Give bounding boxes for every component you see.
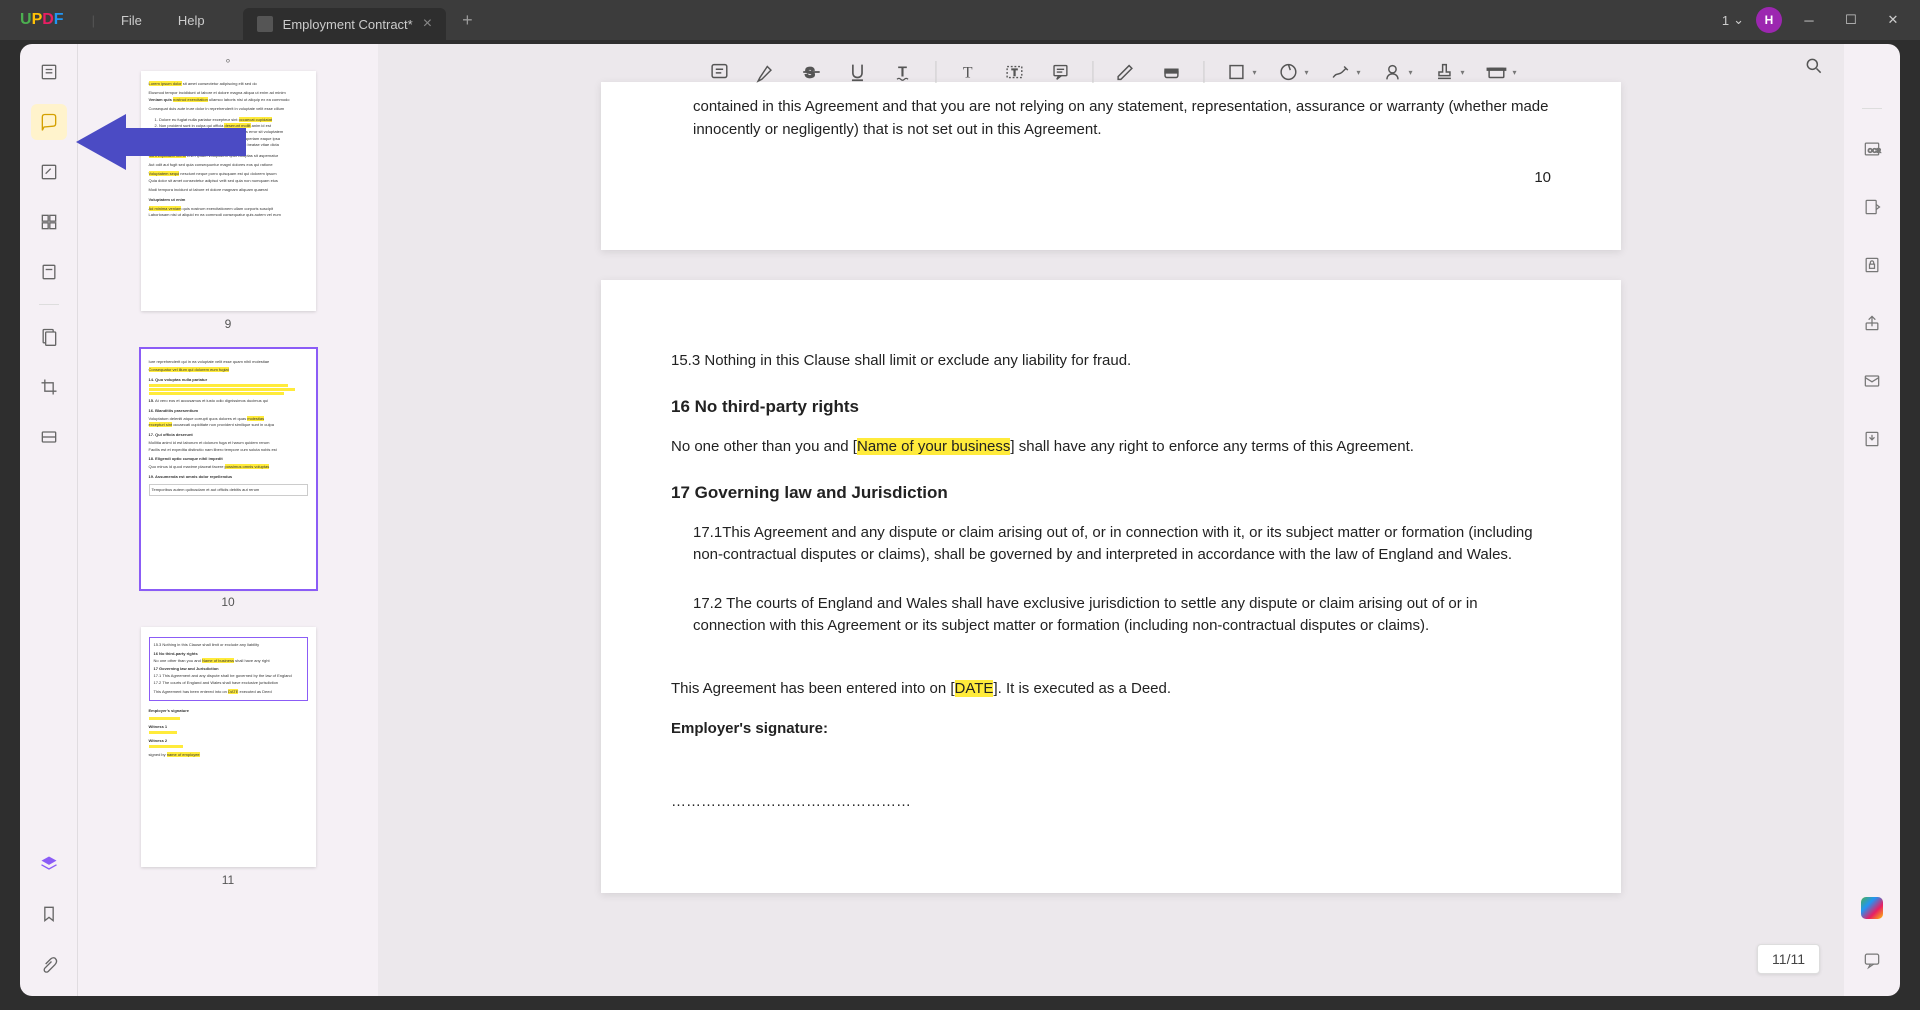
notification-indicator[interactable]: 1 ⌄ bbox=[1722, 12, 1744, 28]
heading-17: 17 Governing law and Jurisdiction bbox=[671, 480, 1551, 506]
chevron-down-icon: ▾ bbox=[1409, 68, 1413, 77]
squiggly-tool[interactable]: T bbox=[889, 58, 917, 86]
compress-button[interactable] bbox=[1854, 421, 1890, 457]
note-tool[interactable] bbox=[705, 58, 733, 86]
divider: | bbox=[92, 13, 95, 28]
divider bbox=[935, 61, 936, 83]
search-button[interactable] bbox=[1804, 56, 1824, 81]
chevron-down-icon: ▾ bbox=[1252, 68, 1256, 77]
close-button[interactable]: ✕ bbox=[1878, 5, 1908, 35]
new-tab-button[interactable]: + bbox=[462, 10, 473, 31]
thumbnail-page-11[interactable]: 15.3 Nothing in this Clause shall limit … bbox=[141, 627, 316, 867]
page-indicator-small: ∘ bbox=[225, 54, 232, 67]
doc-icon bbox=[257, 16, 273, 32]
clause-17-1: 17.1This Agreement and any dispute or cl… bbox=[671, 522, 1551, 567]
blue-arrow-annotation bbox=[76, 110, 246, 174]
redact-tool-button[interactable] bbox=[31, 419, 67, 455]
convert-button[interactable] bbox=[1854, 189, 1890, 225]
ocr-button[interactable]: OCR bbox=[1854, 131, 1890, 167]
chevron-down-icon: ▾ bbox=[1304, 68, 1308, 77]
protect-button[interactable] bbox=[1854, 247, 1890, 283]
page-number: 10 bbox=[671, 167, 1551, 190]
callout-tool[interactable] bbox=[1046, 58, 1074, 86]
clause-16-body: No one other than you and [Name of your … bbox=[671, 436, 1551, 459]
thumbnail-label-10: 10 bbox=[221, 595, 234, 609]
sticker-dropdown[interactable]: ▾ bbox=[1379, 58, 1413, 86]
pencil-tool[interactable] bbox=[1111, 58, 1139, 86]
highlight-tool[interactable] bbox=[751, 58, 779, 86]
thumbnail-page-9[interactable]: Lorem ipsum dolor sit amet consectetur a… bbox=[141, 71, 316, 311]
page-indicator[interactable]: 11/11 bbox=[1757, 944, 1820, 974]
heading-16: 16 No third-party rights bbox=[671, 394, 1551, 420]
organize-pages-button[interactable] bbox=[31, 204, 67, 240]
chevron-down-icon: ⌄ bbox=[1733, 12, 1744, 28]
textbox-tool[interactable]: T bbox=[1000, 58, 1028, 86]
chat-button[interactable] bbox=[1854, 942, 1890, 978]
attachment-dropdown[interactable]: ▾ bbox=[1483, 58, 1517, 86]
thumbnail-panel[interactable]: ∘ Lorem ipsum dolor sit amet consectetur… bbox=[78, 44, 378, 996]
svg-text:OCR: OCR bbox=[1868, 148, 1881, 154]
right-tool-rail: OCR bbox=[1844, 44, 1900, 996]
thumbnail-label-9: 9 bbox=[225, 317, 232, 331]
divider bbox=[1092, 61, 1093, 83]
left-tool-rail bbox=[20, 44, 78, 996]
page-10: contained in this Agreement and that you… bbox=[601, 82, 1621, 250]
document-tab[interactable]: Employment Contract* × bbox=[243, 8, 446, 40]
edit-tool-button[interactable] bbox=[31, 154, 67, 190]
document-viewport[interactable]: S T T T ▾ ▾ ▾ ▾ bbox=[378, 44, 1844, 996]
divider bbox=[1862, 108, 1882, 109]
form-tool-button[interactable] bbox=[31, 254, 67, 290]
tab-close-button[interactable]: × bbox=[423, 15, 432, 33]
minimize-button[interactable]: ─ bbox=[1794, 5, 1824, 35]
menu-help[interactable]: Help bbox=[160, 13, 223, 28]
signature-dropdown[interactable]: ▾ bbox=[1326, 58, 1360, 86]
shape-dropdown[interactable]: ▾ bbox=[1222, 58, 1256, 86]
title-bar: UPDF | File Help Employment Contract* × … bbox=[0, 0, 1920, 40]
crop-tool-button[interactable] bbox=[31, 369, 67, 405]
highlight-date: DATE bbox=[955, 680, 994, 697]
user-avatar[interactable]: H bbox=[1756, 7, 1782, 33]
chevron-down-icon: ▾ bbox=[1356, 68, 1360, 77]
thumbnail-label-11: 11 bbox=[222, 873, 234, 887]
layers-button[interactable] bbox=[31, 846, 67, 882]
fill-sign-button[interactable] bbox=[31, 319, 67, 355]
main-frame: ∘ Lorem ipsum dolor sit amet consectetur… bbox=[20, 44, 1900, 996]
entered-into-text: This Agreement has been entered into on … bbox=[671, 678, 1551, 701]
clause-text: contained in this Agreement and that you… bbox=[671, 96, 1551, 141]
comment-tool-button[interactable] bbox=[31, 104, 67, 140]
chevron-down-icon: ▾ bbox=[1461, 68, 1465, 77]
text-tool[interactable]: T bbox=[954, 58, 982, 86]
highlight-business-name: Name of your business bbox=[857, 438, 1010, 455]
annotation-toolbar: S T T T ▾ ▾ ▾ ▾ bbox=[691, 52, 1530, 92]
svg-text:T: T bbox=[963, 65, 973, 82]
svg-text:T: T bbox=[1012, 68, 1018, 78]
ai-icon bbox=[1861, 897, 1883, 919]
signature-line: ………………………………………… bbox=[671, 791, 1551, 814]
divider bbox=[39, 304, 59, 305]
chevron-down-icon: ▾ bbox=[1513, 68, 1517, 77]
ai-assistant-button[interactable] bbox=[1854, 890, 1890, 926]
reader-mode-button[interactable] bbox=[31, 54, 67, 90]
page-11: 15.3 Nothing in this Clause shall limit … bbox=[601, 280, 1621, 894]
bookmarks-button[interactable] bbox=[31, 896, 67, 932]
eraser-tool[interactable] bbox=[1157, 58, 1185, 86]
thumbnail-page-10[interactable]: Iure reprehenderit qui in ea voluptate v… bbox=[141, 349, 316, 589]
app-logo: UPDF bbox=[0, 11, 84, 29]
menu-file[interactable]: File bbox=[103, 13, 160, 28]
clause-17-2: 17.2 The courts of England and Wales sha… bbox=[671, 593, 1551, 638]
clause-15-3: 15.3 Nothing in this Clause shall limit … bbox=[671, 350, 1551, 373]
tab-title: Employment Contract* bbox=[283, 17, 413, 32]
maximize-button[interactable]: ☐ bbox=[1836, 5, 1866, 35]
signature-label: Employer's signature: bbox=[671, 718, 1551, 741]
share-button[interactable] bbox=[1854, 305, 1890, 341]
attachments-button[interactable] bbox=[31, 946, 67, 982]
divider bbox=[1203, 61, 1204, 83]
stamp-dropdown[interactable]: ▾ bbox=[1274, 58, 1308, 86]
strikethrough-tool[interactable]: S bbox=[797, 58, 825, 86]
email-button[interactable] bbox=[1854, 363, 1890, 399]
svg-text:S: S bbox=[805, 66, 815, 82]
stamp2-dropdown[interactable]: ▾ bbox=[1431, 58, 1465, 86]
underline-tool[interactable] bbox=[843, 58, 871, 86]
